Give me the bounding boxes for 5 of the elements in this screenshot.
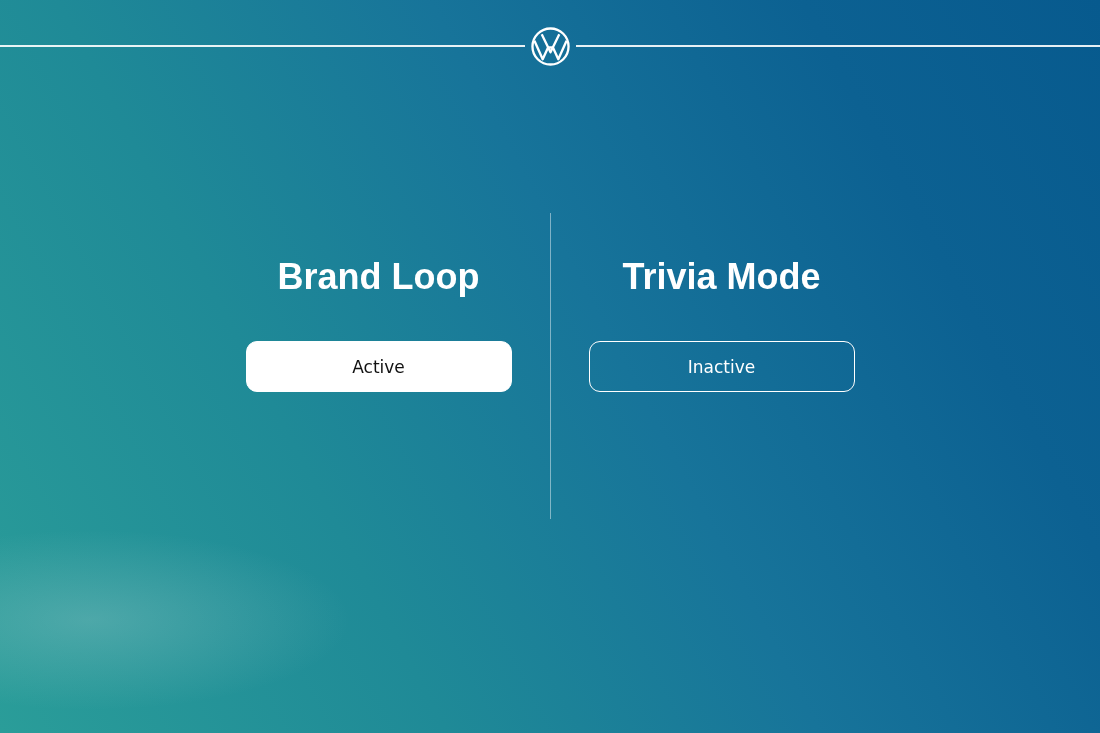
status-button[interactable]: Inactive [588,341,855,392]
mode-title: Trivia Mode [622,257,821,297]
status-button[interactable]: Active [245,341,512,392]
mode-title: Brand Loop [277,257,480,297]
logo-icon [530,27,570,66]
